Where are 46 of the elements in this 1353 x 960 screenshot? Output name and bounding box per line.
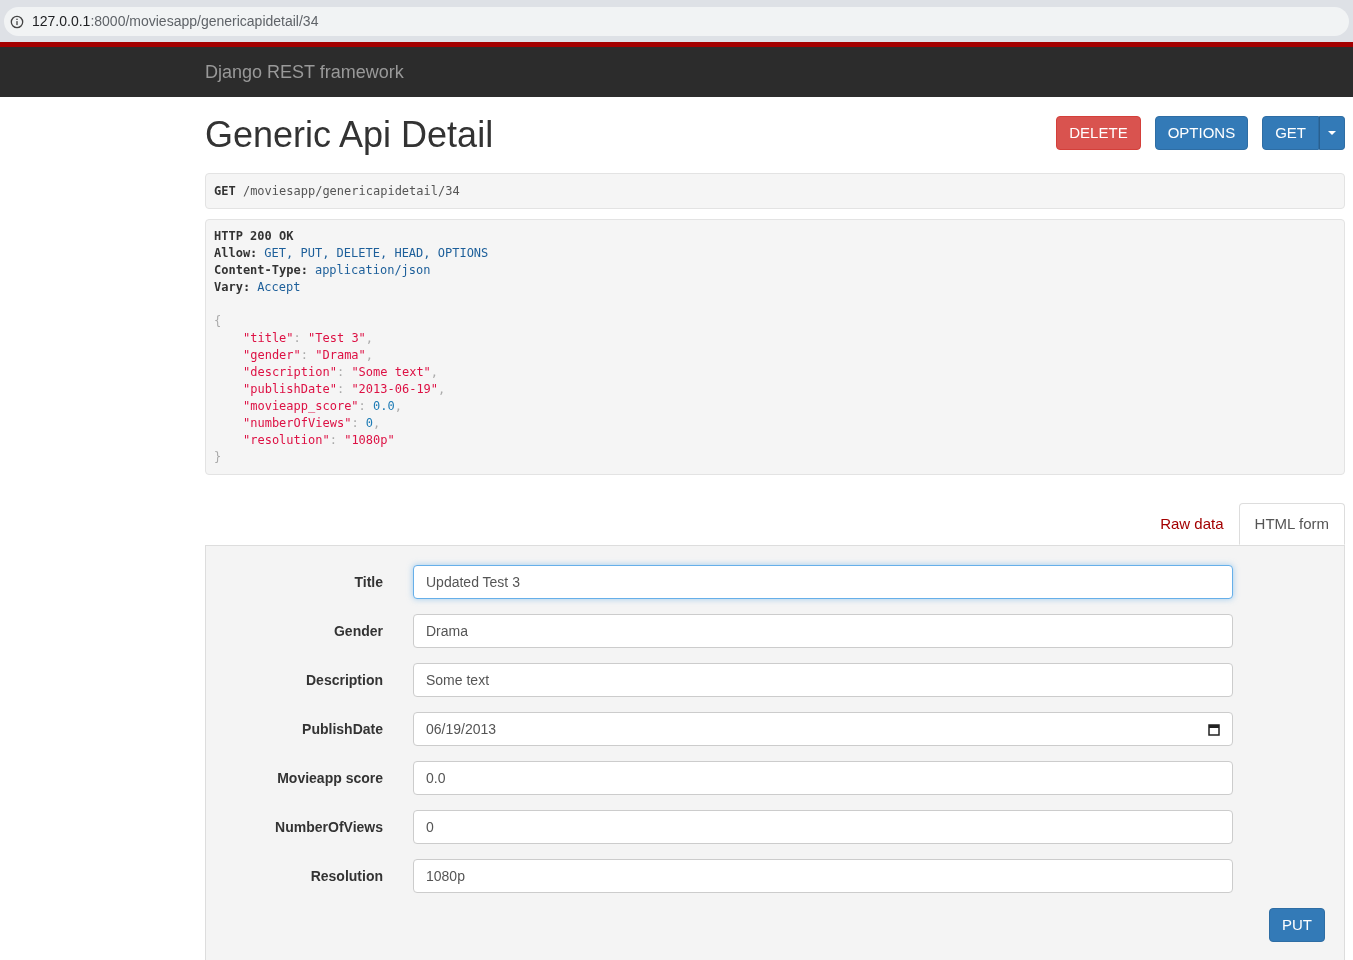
json-line: "publishDate": "2013-06-19", (243, 382, 446, 396)
field-label: Gender (334, 621, 383, 641)
json-brace: { (214, 313, 222, 330)
field-label: Resolution (310, 866, 383, 886)
delete-button[interactable]: DELETE (1056, 116, 1141, 150)
header-name: Content-Type: (214, 262, 308, 279)
info-icon (10, 14, 24, 29)
field-label: Title (354, 572, 383, 592)
date-field[interactable]: 06/19/2013 (413, 712, 1233, 746)
tab[interactable]: Raw data (1145, 503, 1239, 545)
json-brace: } (214, 449, 222, 466)
brand-link[interactable]: Django REST framework (205, 58, 404, 86)
put-button[interactable]: PUT (1269, 908, 1325, 942)
input-field[interactable]: 1080p (413, 859, 1233, 893)
field-label: Description (306, 670, 383, 690)
calendar-icon[interactable] (1208, 722, 1220, 736)
json-line: "gender": "Drama", (243, 348, 374, 362)
input-field[interactable]: 0 (413, 810, 1233, 844)
field-label: Movieapp score (277, 768, 383, 788)
input-field[interactable]: 0.0 (413, 761, 1233, 795)
json-line: "resolution": "1080p" (243, 433, 395, 447)
request-method: GET (214, 184, 236, 198)
header-name: Allow: (214, 245, 258, 262)
address-bar[interactable]: 127.0.0.1:8000/moviesapp/genericapidetail/34 (4, 7, 1349, 36)
json-line: "description": "Some text", (243, 365, 439, 379)
input-field[interactable]: Some text (413, 663, 1233, 697)
header-value: application/json (314, 262, 431, 279)
page-title: Generic Api Detail (205, 115, 494, 155)
input-field[interactable]: Drama (413, 614, 1233, 648)
field-label: PublishDate (302, 719, 383, 739)
options-button[interactable]: OPTIONS (1154, 116, 1249, 150)
status-line: HTTP 200 OK (214, 228, 294, 245)
url-text: 127.0.0.1:8000/moviesapp/genericapidetail/34 (32, 12, 319, 31)
caret-icon (1328, 131, 1336, 135)
get-button[interactable]: GET (1262, 116, 1319, 150)
input-field[interactable]: Updated Test 3 (413, 565, 1233, 599)
header-name: Vary: (214, 279, 251, 296)
request-path: /moviesapp/genericapidetail/34 (242, 184, 460, 198)
json-line: "movieapp_score": 0.0, (243, 399, 402, 413)
field-label: NumberOfViews (275, 817, 383, 837)
header-value: Accept (257, 279, 301, 296)
header-value: GET, PUT, DELETE, HEAD, OPTIONS (264, 245, 489, 262)
tab[interactable]: HTML form (1238, 503, 1345, 545)
dropdown-toggle[interactable] (1319, 116, 1345, 150)
json-line: "numberOfViews": 0, (243, 416, 381, 430)
json-line: "title": "Test 3", (243, 331, 374, 345)
